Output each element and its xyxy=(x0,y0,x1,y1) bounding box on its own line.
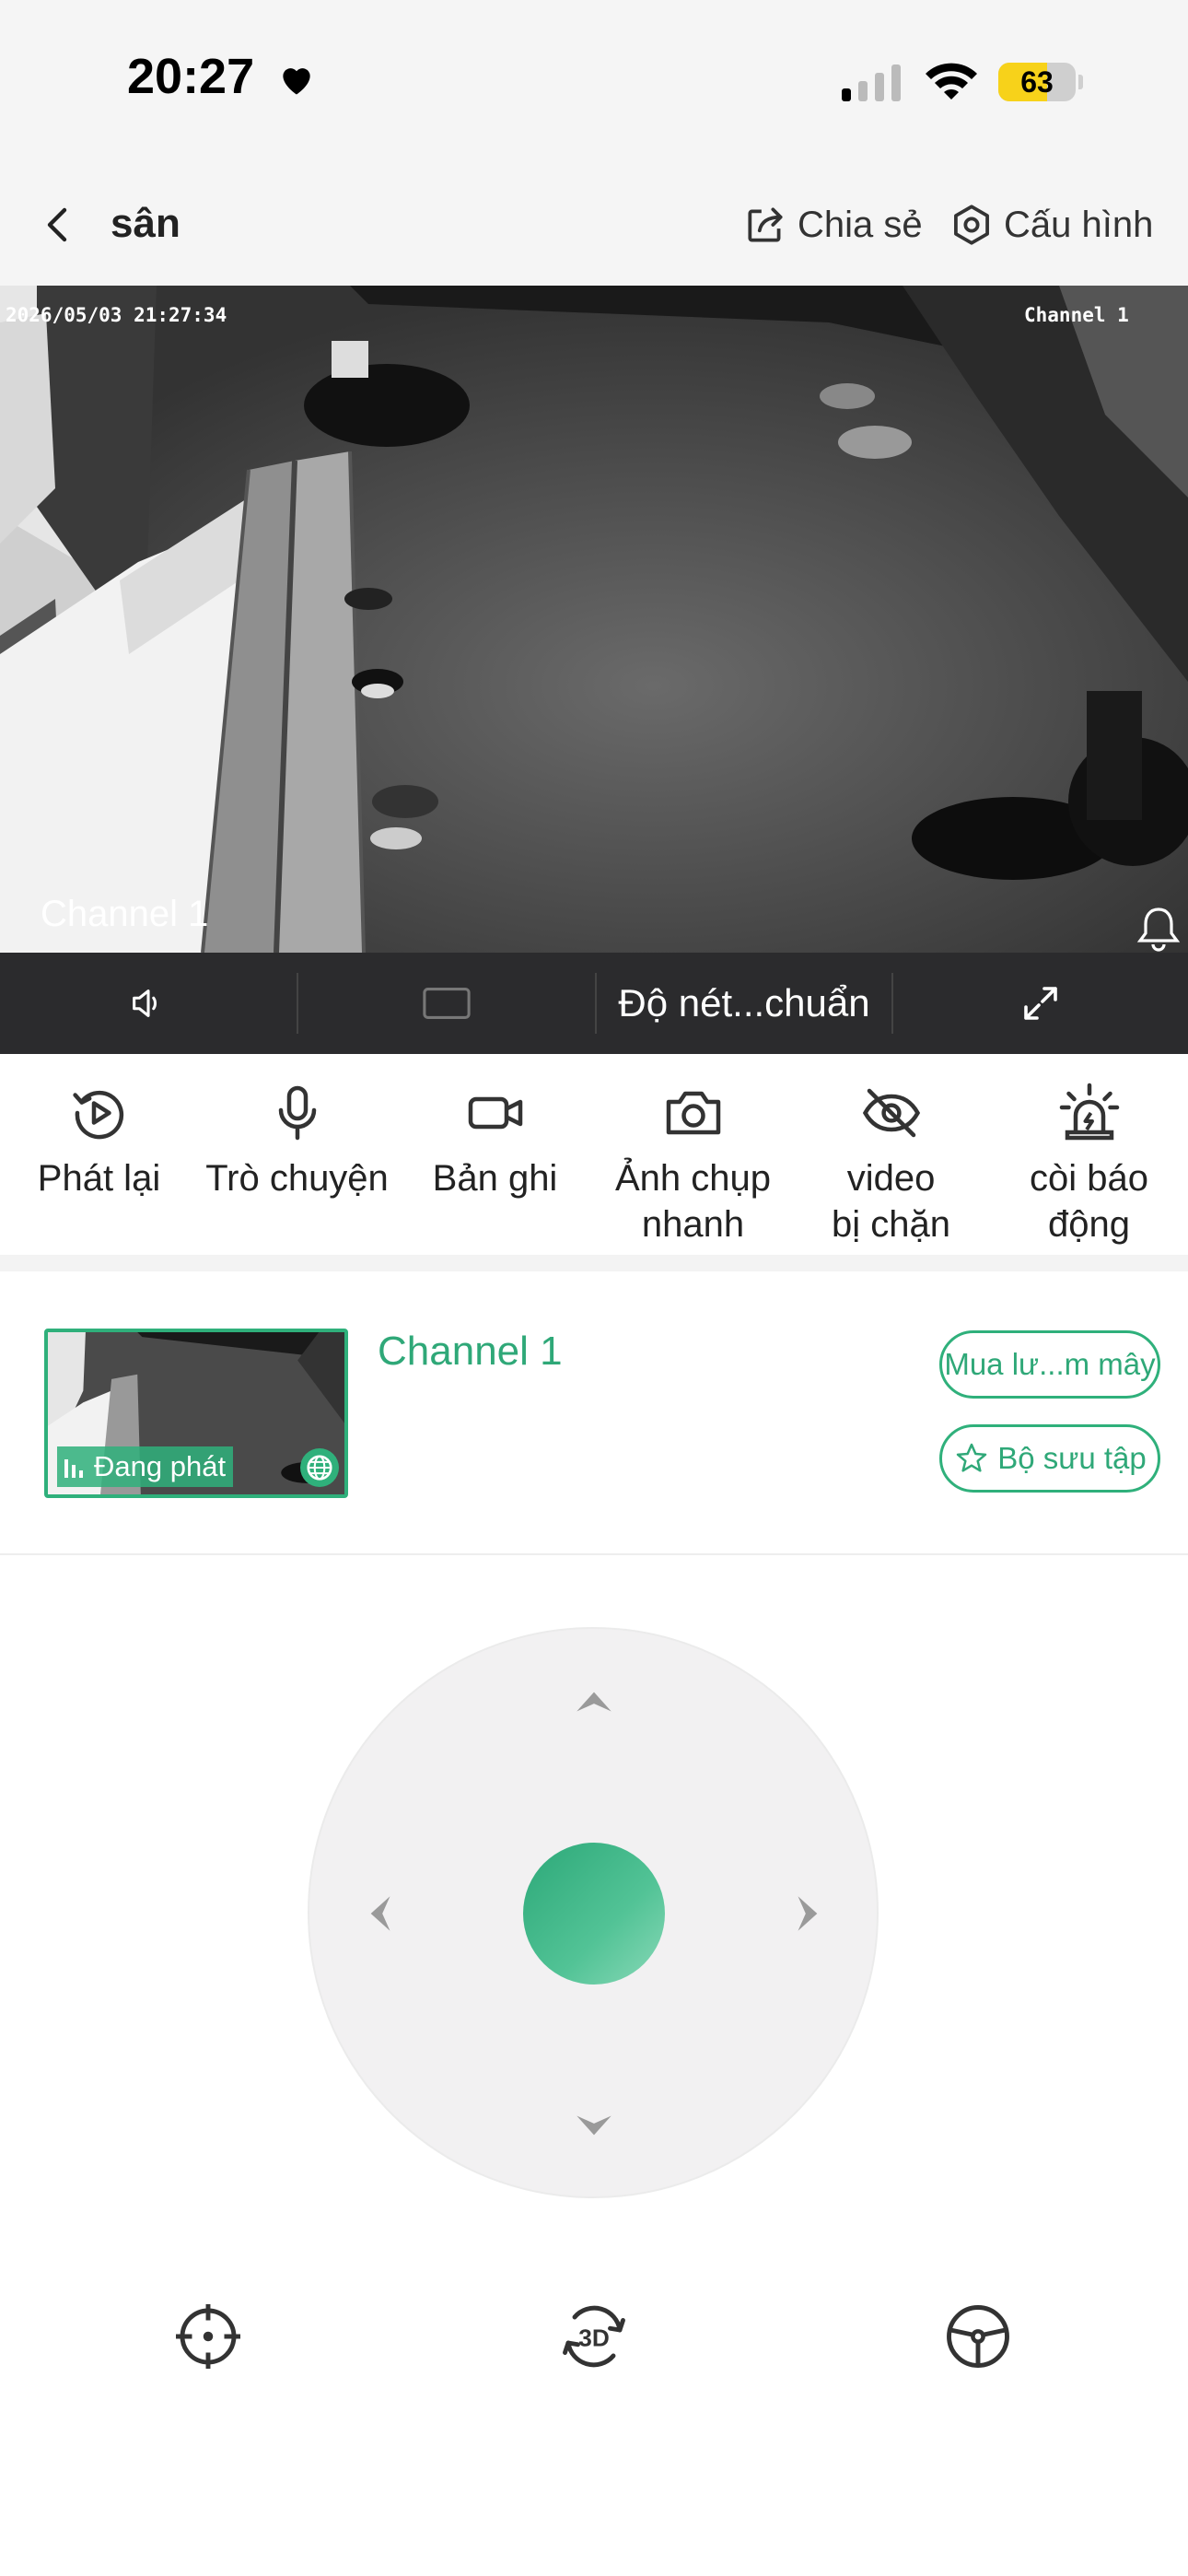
heart-icon xyxy=(283,68,310,95)
siren-label: còi báo động xyxy=(1030,1158,1148,1245)
playback-action[interactable]: Phát lại xyxy=(0,1080,198,1201)
ptz-center-knob[interactable] xyxy=(523,1843,665,1985)
fullscreen-icon xyxy=(1024,987,1057,1020)
snapshot-label: Ảnh chụp nhanh xyxy=(614,1158,772,1245)
snapshot-action[interactable]: Ảnh chụp nhanh xyxy=(594,1080,792,1247)
channel-thumbnail[interactable]: Đang phát xyxy=(44,1329,348,1498)
collection-label: Bộ sưu tập xyxy=(997,1441,1147,1475)
ptz-down-arrow-icon[interactable] xyxy=(571,2104,617,2150)
aspect-ratio-icon xyxy=(423,988,471,1019)
playback-label: Phát lại xyxy=(37,1158,161,1199)
collection-button[interactable]: Bộ sưu tập xyxy=(939,1424,1160,1493)
svg-text:3D: 3D xyxy=(578,2324,610,2352)
cloud-storage-button[interactable]: Mua lư...m mây xyxy=(939,1330,1160,1399)
star-icon xyxy=(956,1443,987,1472)
share-button[interactable]: Chia sẻ xyxy=(742,201,923,249)
aspect-ratio-button[interactable] xyxy=(298,953,595,1054)
playback-icon xyxy=(72,1090,123,1140)
battery-level: 63 xyxy=(1020,65,1054,99)
cellular-signal-icon xyxy=(842,64,901,101)
microphone-icon xyxy=(278,1085,316,1141)
ptz-left-arrow-icon[interactable] xyxy=(355,1891,402,1937)
video-osd-channel: Channel 1 xyxy=(1024,304,1129,326)
camera-icon xyxy=(666,1091,720,1135)
privacy-label: video bị chặn xyxy=(832,1158,950,1245)
status-time: 20:27 xyxy=(127,49,255,104)
talk-label: Trò chuyện xyxy=(205,1158,389,1199)
video-timestamp: 2026/05/03 21:27:34 xyxy=(6,304,227,326)
live-video-feed[interactable]: 2026/05/03 21:27:34 Channel 1 Channel 1 xyxy=(0,286,1188,953)
ptz-up-arrow-icon[interactable] xyxy=(571,1677,617,1723)
nav-header: sân Chia sẻ Cấu hình xyxy=(0,157,1188,286)
section-divider xyxy=(0,1553,1188,1555)
preset-target-icon[interactable] xyxy=(169,2298,247,2375)
quality-label: Độ nét...chuẩn xyxy=(618,981,870,1025)
alarm-bell-icon[interactable] xyxy=(1131,903,1186,953)
playing-badge: Đang phát xyxy=(57,1446,234,1487)
section-gap xyxy=(0,1255,1188,1271)
camera-scene xyxy=(0,286,1188,953)
share-icon xyxy=(748,207,783,242)
action-bar: Phát lại Trò chuyện Bản ghi Ảnh chụp nha… xyxy=(0,1054,1188,1255)
settings-icon xyxy=(954,205,989,245)
siren-action[interactable]: còi báo động xyxy=(990,1080,1188,1247)
alarm-icon xyxy=(1059,1083,1119,1141)
settings-label: Cấu hình xyxy=(1004,204,1154,245)
eye-off-icon xyxy=(862,1088,920,1138)
ptz-right-arrow-icon[interactable] xyxy=(786,1891,833,1937)
mute-button[interactable] xyxy=(0,953,297,1054)
bars-icon xyxy=(64,1459,83,1478)
playing-status: Đang phát xyxy=(94,1450,227,1482)
privacy-action[interactable]: video bị chặn xyxy=(792,1080,990,1247)
share-label: Chia sẻ xyxy=(798,204,923,245)
status-bar: 20:27 63 xyxy=(0,0,1188,157)
3d-rotate-icon[interactable]: 3D xyxy=(555,2298,633,2375)
video-channel-label: Channel 1 xyxy=(41,894,209,934)
battery-indicator: 63 xyxy=(998,63,1083,101)
wifi-icon xyxy=(926,63,977,100)
cruise-wheel-icon[interactable] xyxy=(939,2298,1017,2375)
record-icon xyxy=(468,1096,522,1130)
speaker-icon xyxy=(133,989,157,1017)
fullscreen-button[interactable] xyxy=(893,953,1188,1054)
channel-name[interactable]: Channel 1 xyxy=(378,1329,563,1375)
back-chevron-icon[interactable] xyxy=(37,203,81,247)
cloud-storage-label: Mua lư...m mây xyxy=(944,1347,1156,1381)
settings-button[interactable]: Cấu hình xyxy=(949,201,1153,249)
video-toolbar: Độ nét...chuẩn xyxy=(0,953,1188,1054)
quality-selector[interactable]: Độ nét...chuẩn xyxy=(597,953,891,1054)
record-label: Bản ghi xyxy=(432,1158,558,1199)
record-action[interactable]: Bản ghi xyxy=(396,1080,594,1201)
page-title: sân xyxy=(111,201,181,246)
talk-action[interactable]: Trò chuyện xyxy=(198,1080,396,1201)
globe-icon xyxy=(300,1448,339,1487)
